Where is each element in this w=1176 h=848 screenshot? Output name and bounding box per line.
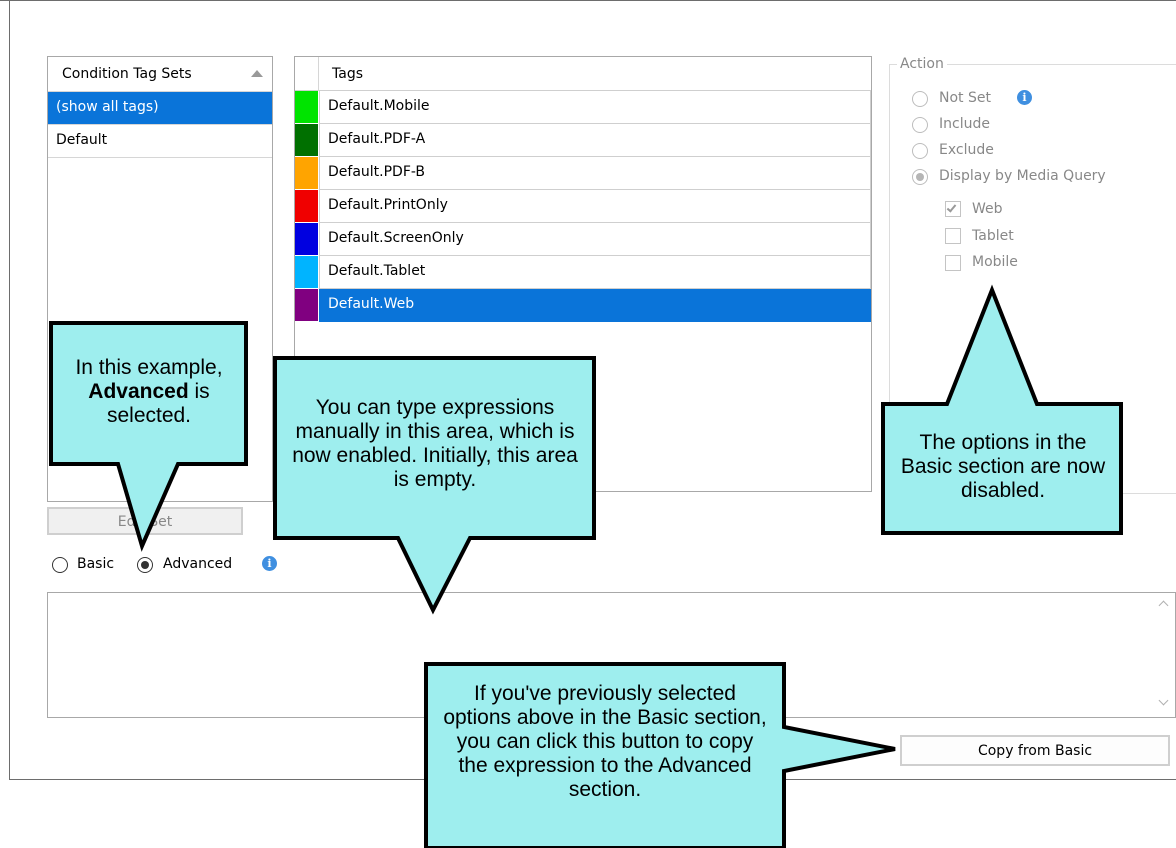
callout-line: In this example,: [75, 356, 223, 379]
callout-bold-word: Advanced: [88, 380, 189, 403]
callout-line: selected.: [106, 404, 192, 427]
callout-line: is: [194, 380, 210, 403]
callout-copy-text: If you've previously selected options ab…: [443, 682, 767, 801]
callout-expressions-text: You can type expressions manually in thi…: [292, 396, 578, 491]
callout-basic-disabled-text: The options in the Basic section are now…: [900, 431, 1106, 502]
callout-advanced-text: In this example, Advanced is selected.: [55, 356, 243, 428]
